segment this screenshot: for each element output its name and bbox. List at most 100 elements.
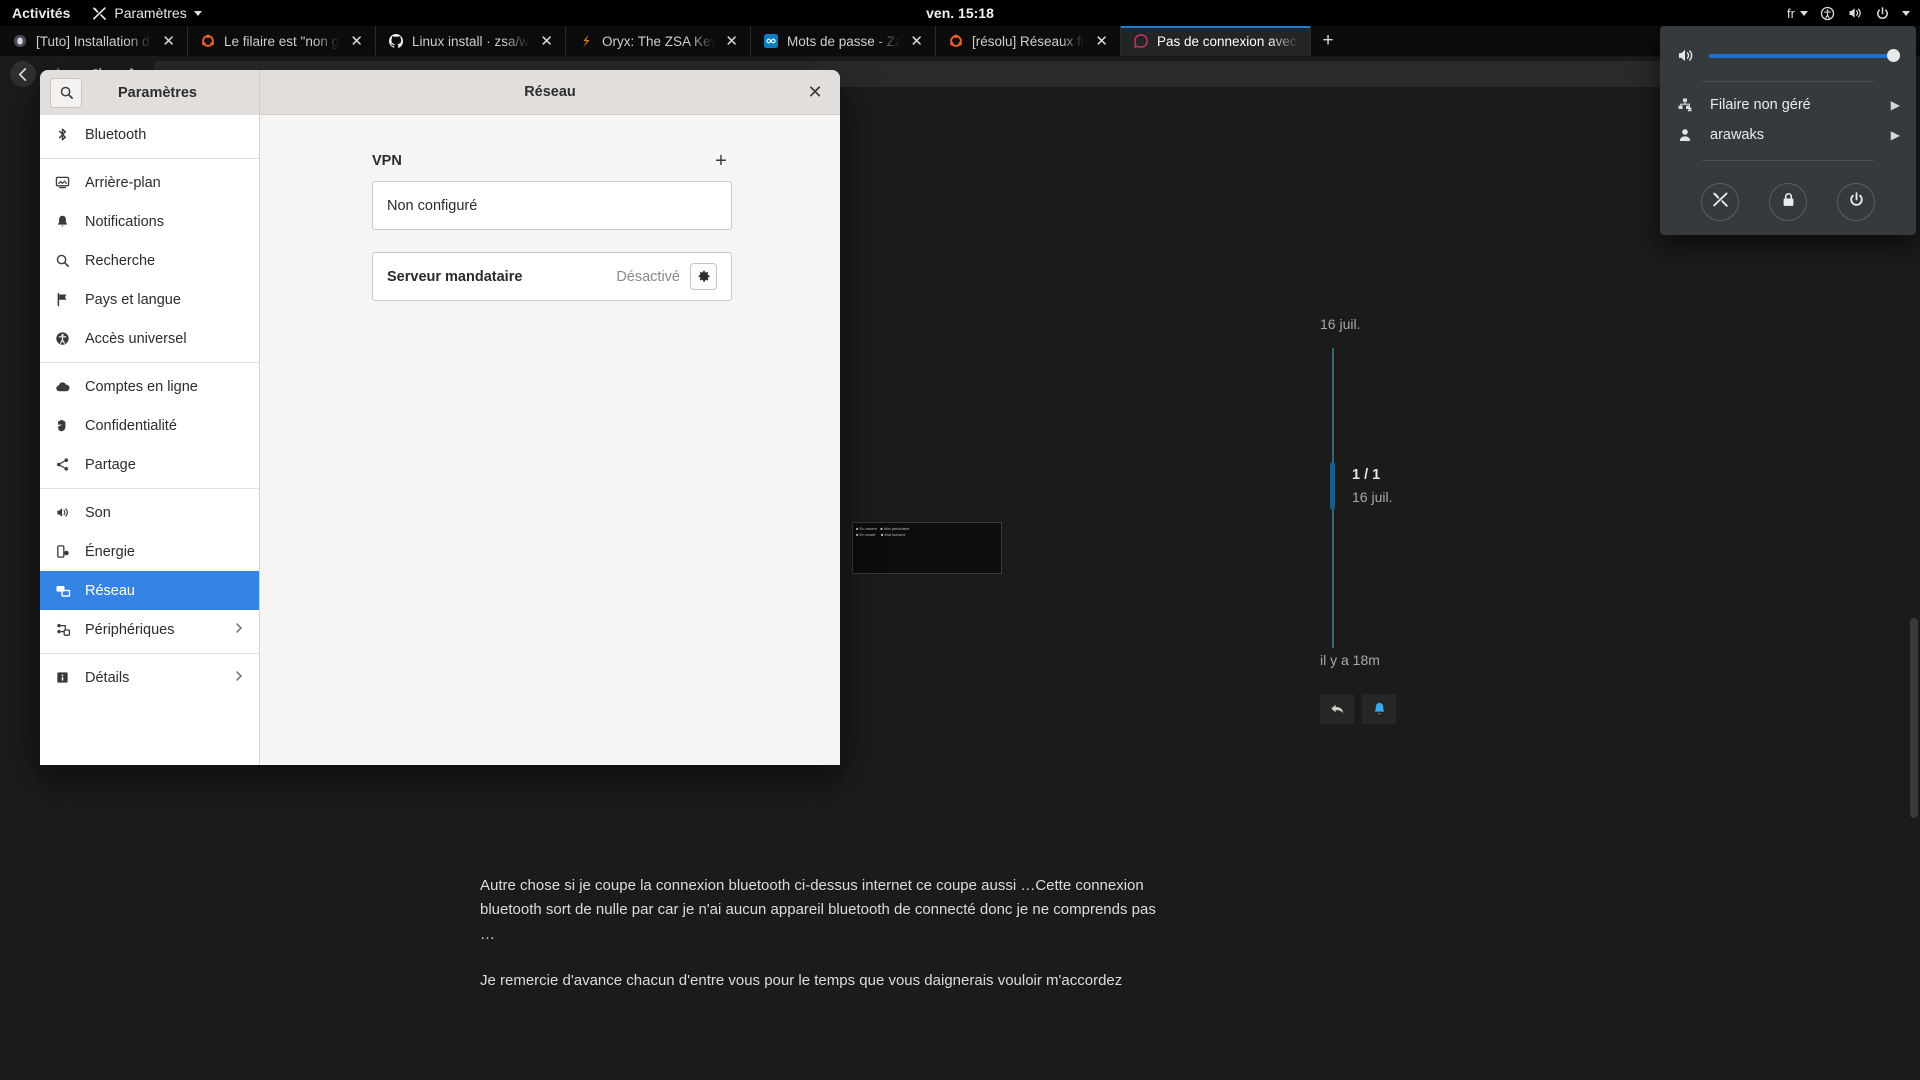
- timeline-handle[interactable]: [1330, 462, 1335, 510]
- ubuntu-icon: [948, 33, 964, 49]
- chevron-down-icon[interactable]: [1902, 10, 1910, 16]
- sidebar-item-region-language[interactable]: Pays et langue: [40, 280, 259, 319]
- close-icon[interactable]: ✕: [723, 34, 740, 49]
- keyboard-layout-indicator[interactable]: fr: [1787, 6, 1808, 21]
- devices-icon: [54, 622, 71, 638]
- volume-icon[interactable]: [1676, 46, 1695, 65]
- sidebar-item-label: Périphériques: [85, 621, 175, 638]
- tools-icon: [92, 6, 107, 21]
- sidebar-item-sharing[interactable]: Partage: [40, 445, 259, 484]
- sidebar-item-label: Son: [85, 504, 111, 521]
- sidebar-item-search[interactable]: Recherche: [40, 241, 259, 280]
- system-menu-item-user[interactable]: arawaks ▶: [1660, 120, 1916, 150]
- timeline-notifications-button[interactable]: [1362, 694, 1396, 724]
- oryx-icon: [578, 33, 594, 49]
- close-icon[interactable]: ✕: [1093, 34, 1110, 49]
- close-icon[interactable]: ✕: [160, 34, 177, 49]
- sidebar-item-label: Partage: [85, 456, 136, 473]
- topic-timeline: 16 juil. 1 / 1 16 juil. il y a 18m: [1310, 316, 1540, 724]
- add-vpn-button[interactable]: +: [710, 151, 732, 171]
- clock[interactable]: ven. 15:18: [926, 5, 994, 21]
- lock-icon: [1780, 191, 1797, 213]
- browser-tab[interactable]: Linux install · zsa/wally W ✕: [376, 26, 566, 56]
- sidebar-item-label: Pays et langue: [85, 291, 181, 308]
- sidebar-item-devices[interactable]: Périphériques: [40, 610, 259, 649]
- info-icon: [54, 670, 71, 685]
- settings-title-right: Réseau: [524, 84, 576, 100]
- power-icon: [1848, 191, 1865, 213]
- back-icon[interactable]: [10, 61, 36, 87]
- browser-tab[interactable]: Le filaire est "non géré" n ✕: [188, 26, 376, 56]
- timeline-bottom-label: il y a 18m: [1320, 652, 1380, 668]
- sidebar-item-label: Arrière-plan: [85, 174, 161, 191]
- new-tab-button[interactable]: +: [1311, 26, 1345, 56]
- sidebar-item-details[interactable]: Détails: [40, 658, 259, 697]
- close-icon[interactable]: ✕: [908, 34, 925, 49]
- volume-icon: [54, 505, 71, 520]
- close-icon[interactable]: ✕: [538, 34, 555, 49]
- sidebar-item-power[interactable]: Énergie: [40, 532, 259, 571]
- timeline-reply-button[interactable]: [1320, 694, 1354, 724]
- chevron-right-icon: [233, 670, 245, 686]
- browser-tab[interactable]: [résolu] Réseaux filaires ✕: [936, 26, 1121, 56]
- search-icon[interactable]: [50, 77, 82, 108]
- battery-icon: [54, 544, 71, 559]
- chevron-right-icon: ▶: [1890, 98, 1900, 112]
- discourse-icon: [1133, 33, 1149, 49]
- sidebar-item-sound[interactable]: Son: [40, 493, 259, 532]
- sidebar-item-universal-access[interactable]: Accès universel: [40, 319, 259, 358]
- tools-icon: [1712, 191, 1729, 213]
- system-menu-item-network[interactable]: Filaire non géré ▶: [1660, 90, 1916, 120]
- tab-label: [Tuto] Installation d'un ro: [36, 33, 153, 49]
- settings-content-network: VPN + Non configuré Serveur mandataire D…: [260, 115, 840, 765]
- gear-icon[interactable]: [690, 263, 717, 290]
- sidebar-item-background[interactable]: Arrière-plan: [40, 163, 259, 202]
- volume-icon[interactable]: [1847, 5, 1863, 21]
- browser-tab-active[interactable]: Pas de connexion avec vp: [1121, 26, 1311, 56]
- timeline-position: 1 / 1: [1352, 467, 1381, 483]
- settings-button[interactable]: [1701, 183, 1739, 221]
- activities-label: Activités: [12, 5, 71, 21]
- lock-button[interactable]: [1769, 183, 1807, 221]
- sidebar-item-label: Recherche: [85, 252, 156, 269]
- sidebar-item-notifications[interactable]: Notifications: [40, 202, 259, 241]
- ubuntu-icon: [200, 33, 216, 49]
- divider: [40, 488, 259, 489]
- sidebar-item-bluetooth[interactable]: Bluetooth: [40, 115, 259, 154]
- tab-label: Mots de passe - Zaclys N: [787, 33, 901, 49]
- settings-title-left: Paramètres: [118, 84, 197, 101]
- close-icon[interactable]: ✕: [348, 34, 365, 49]
- volume-slider-knob[interactable]: [1887, 49, 1900, 62]
- sidebar-item-network[interactable]: Réseau: [40, 571, 259, 610]
- system-menu-item-label: arawaks: [1710, 127, 1764, 143]
- close-icon[interactable]: ✕: [804, 81, 826, 103]
- app-menu-button[interactable]: Paramètres: [92, 5, 202, 21]
- sidebar-item-online-accounts[interactable]: Comptes en ligne: [40, 367, 259, 406]
- browser-tab[interactable]: Mots de passe - Zaclys N ✕: [751, 26, 936, 56]
- divider: [1702, 81, 1874, 82]
- sidebar-item-label: Énergie: [85, 543, 135, 560]
- accessibility-icon: [54, 331, 71, 346]
- system-menu-popover: Filaire non géré ▶ arawaks ▶: [1660, 26, 1916, 235]
- timeline-current-date: 16 juil.: [1352, 489, 1393, 505]
- divider: [40, 653, 259, 654]
- vpn-section-title: VPN: [372, 153, 402, 169]
- post-paragraph: Autre chose si je coupe la connexion blu…: [480, 877, 1156, 943]
- browser-tab[interactable]: [Tuto] Installation d'un ro ✕: [0, 26, 188, 56]
- sidebar-item-privacy[interactable]: Confidentialité: [40, 406, 259, 445]
- chevron-down-icon: [193, 10, 202, 16]
- activities-button[interactable]: Activités: [12, 5, 70, 21]
- page-scrollbar[interactable]: [1910, 618, 1918, 818]
- power-icon[interactable]: [1875, 6, 1890, 21]
- settings-window: Paramètres Réseau ✕ Bluetooth Arrière-pl…: [40, 70, 840, 765]
- power-button[interactable]: [1837, 183, 1875, 221]
- timeline-current: 1 / 1 16 juil.: [1352, 466, 1392, 505]
- accessibility-icon[interactable]: [1820, 6, 1835, 21]
- volume-slider[interactable]: [1709, 49, 1900, 63]
- browser-tab[interactable]: Oryx: The ZSA Keyboard ✕: [566, 26, 751, 56]
- tab-label: Oryx: The ZSA Keyboard: [602, 33, 716, 49]
- sidebar-item-label: Bluetooth: [85, 126, 147, 143]
- app-name-label: Paramètres: [114, 5, 187, 21]
- network-icon: [54, 583, 71, 599]
- user-icon: [1676, 127, 1694, 143]
